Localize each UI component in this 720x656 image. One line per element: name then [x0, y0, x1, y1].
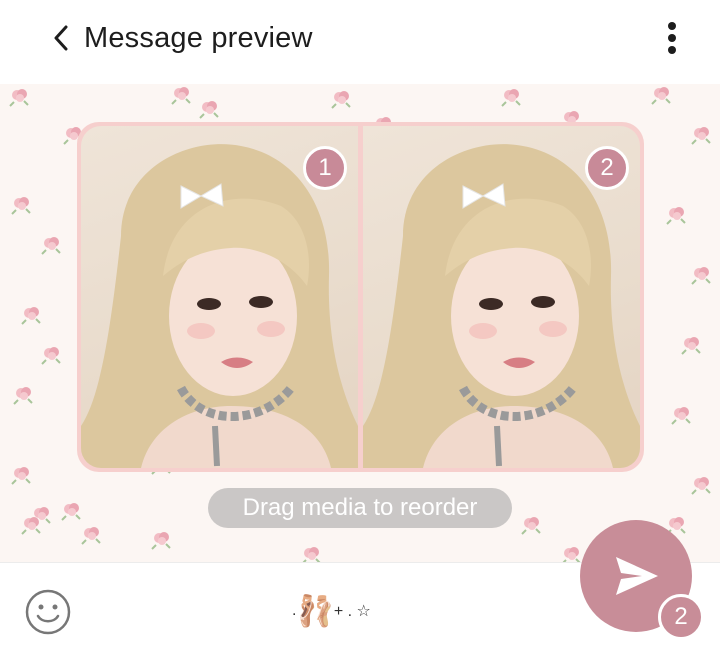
flower-decoration: [501, 89, 521, 107]
media-item-2[interactable]: 2: [363, 126, 640, 468]
flower-decoration: [11, 467, 31, 485]
back-button[interactable]: [44, 20, 78, 56]
flower-decoration: [666, 207, 686, 225]
flower-decoration: [41, 347, 61, 365]
flower-decoration: [21, 307, 41, 325]
flower-decoration: [171, 87, 191, 105]
flower-decoration: [651, 87, 671, 105]
media-index-badge-2: 2: [585, 146, 629, 190]
reorder-hint: Drag media to reorder: [208, 488, 512, 528]
ballet-shoes-emoji: 🩰: [296, 594, 334, 628]
emoji-button[interactable]: [24, 588, 72, 636]
app-header: Message preview: [0, 0, 720, 78]
flower-decoration: [521, 517, 541, 535]
flower-decoration: [9, 89, 29, 107]
flower-decoration: [199, 101, 219, 119]
more-vertical-icon: [668, 22, 676, 54]
flower-decoration: [11, 197, 31, 215]
flower-decoration: [691, 127, 711, 145]
chevron-left-icon: [54, 25, 68, 51]
send-icon: [616, 557, 658, 595]
media-item-1[interactable]: 1: [81, 126, 358, 468]
flower-decoration: [13, 387, 33, 405]
flower-decoration: [331, 91, 351, 109]
flower-decoration: [81, 527, 101, 545]
flower-decoration: [562, 547, 581, 562]
more-options-button[interactable]: [654, 16, 690, 60]
flower-decoration: [151, 532, 171, 550]
message-input[interactable]: . 🩰 + . ☆: [292, 589, 371, 633]
smiley-icon: [25, 589, 71, 635]
send-count-badge: 2: [658, 594, 704, 640]
media-index-badge-1: 1: [303, 146, 347, 190]
chat-wallpaper: 1 2 Drag media to reorder: [0, 84, 720, 562]
flower-decoration: [21, 517, 41, 535]
flower-decoration: [61, 503, 81, 521]
flower-decoration: [681, 337, 701, 355]
message-text-suffix: + . ☆: [333, 603, 371, 620]
media-preview-grid: 1 2: [77, 122, 644, 472]
flower-decoration: [691, 267, 711, 285]
flower-decoration: [41, 237, 61, 255]
flower-decoration: [671, 407, 691, 425]
flower-decoration: [302, 547, 321, 562]
flower-decoration: [691, 477, 711, 495]
page-title: Message preview: [84, 22, 313, 54]
